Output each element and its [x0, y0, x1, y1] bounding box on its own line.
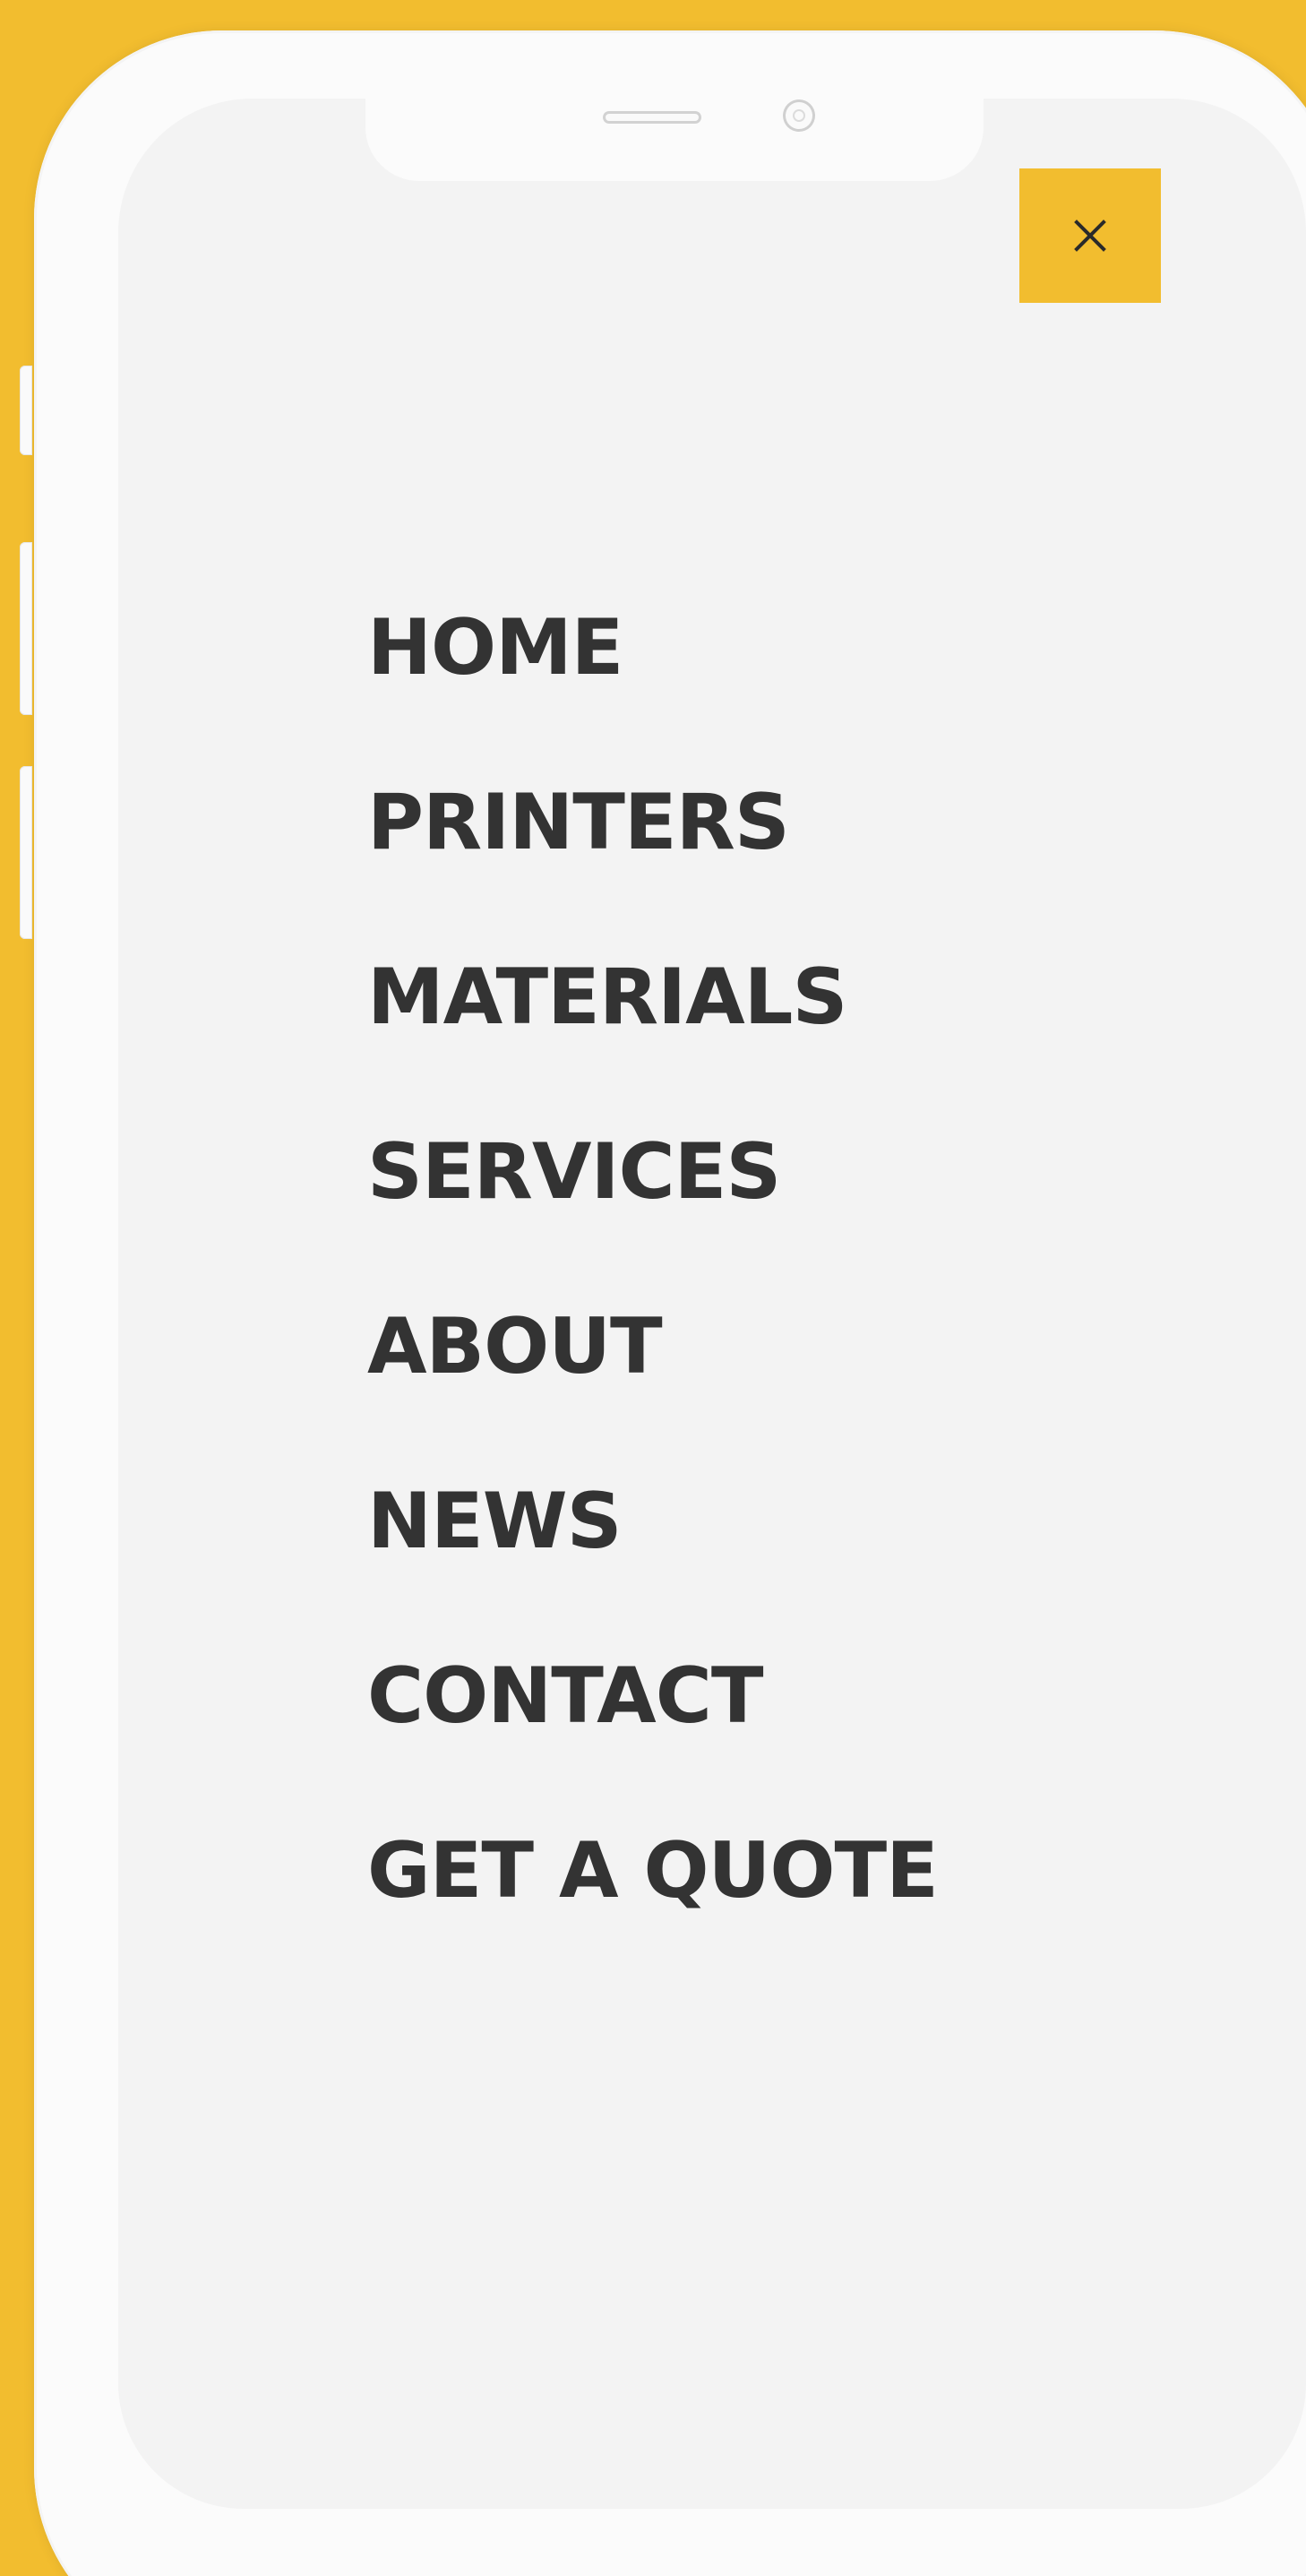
close-icon	[1073, 219, 1107, 253]
nav-link-printers[interactable]: PRINTERS	[367, 784, 790, 861]
menu-item-get-a-quote: GET A QUOTE	[367, 1832, 939, 2007]
nav-link-news[interactable]: NEWS	[367, 1483, 623, 1560]
speaker-grille	[603, 111, 701, 124]
menu-item-home: HOME	[367, 609, 938, 784]
nav-link-get-a-quote[interactable]: GET A QUOTE	[367, 1832, 939, 1909]
phone-volume-up-button	[20, 542, 32, 715]
front-camera	[783, 99, 815, 132]
nav-link-home[interactable]: HOME	[367, 609, 623, 686]
nav-link-materials[interactable]: MATERIALS	[367, 959, 847, 1036]
menu-item-printers: PRINTERS	[367, 784, 938, 959]
menu-list: HOME PRINTERS MATERIALS SERVICES ABOUT N…	[367, 609, 939, 2007]
menu-item-materials: MATERIALS	[367, 959, 938, 1133]
close-menu-button[interactable]	[1019, 168, 1161, 303]
phone-volume-down-button	[20, 766, 32, 939]
nav-link-contact[interactable]: CONTACT	[367, 1658, 764, 1735]
nav-link-about[interactable]: ABOUT	[367, 1308, 663, 1385]
phone-mute-switch	[20, 366, 32, 455]
menu-item-contact: CONTACT	[367, 1658, 938, 1832]
menu-item-services: SERVICES	[367, 1133, 938, 1308]
menu-item-about: ABOUT	[367, 1308, 938, 1483]
nav-link-services[interactable]: SERVICES	[367, 1133, 781, 1210]
menu-item-news: NEWS	[367, 1483, 938, 1658]
